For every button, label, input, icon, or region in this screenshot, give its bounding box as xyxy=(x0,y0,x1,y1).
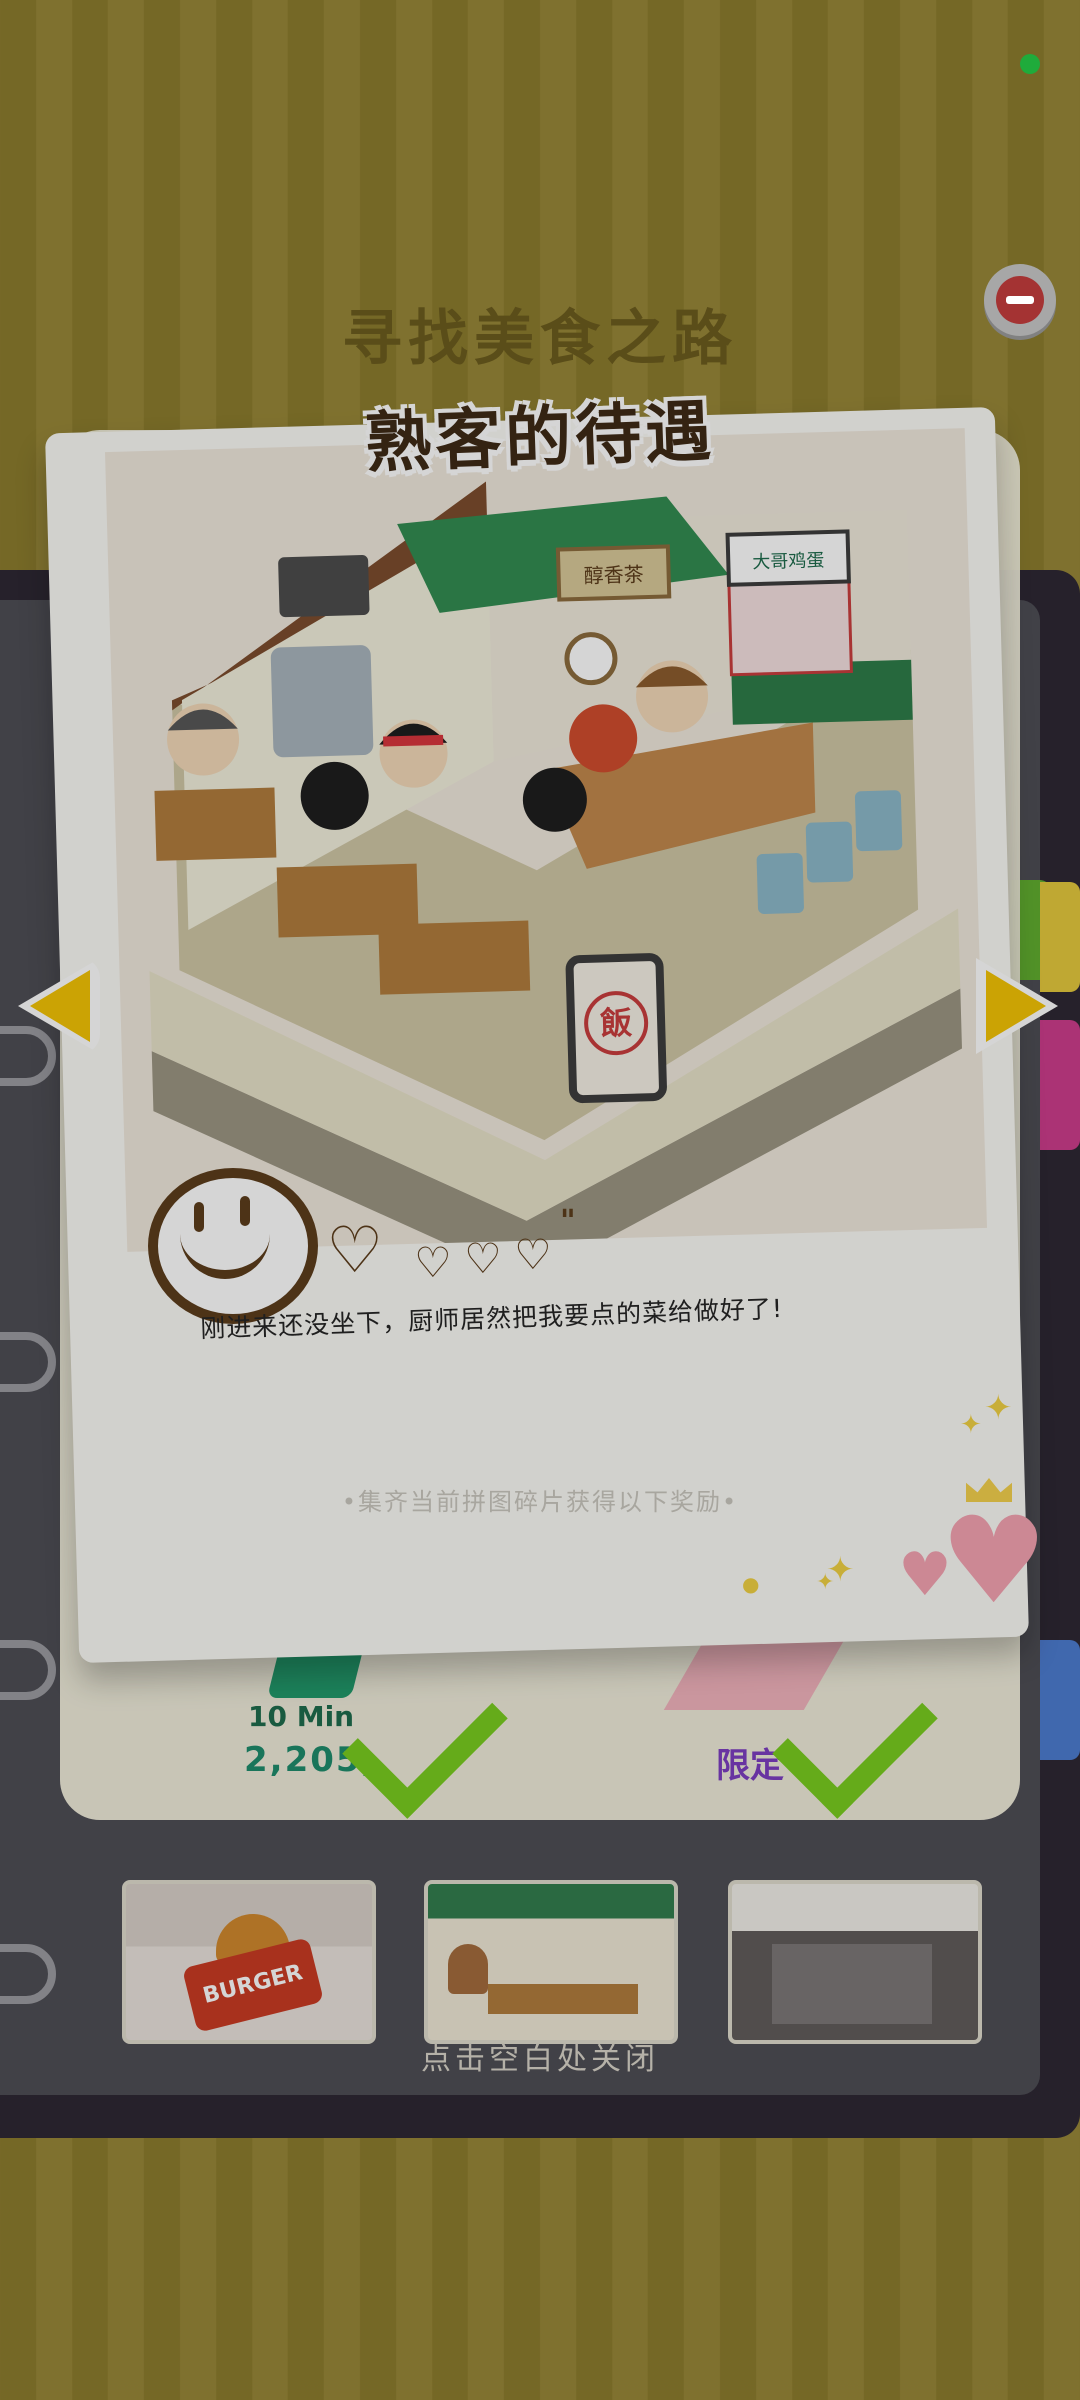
notebook-tab[interactable] xyxy=(1040,882,1080,992)
story-illustration: 飯 醇香茶 大哥鸡蛋 xyxy=(104,428,988,1252)
tv-icon xyxy=(278,555,370,618)
menu-board xyxy=(727,579,853,677)
reward-hint: •集齐当前拼图碎片获得以下奖励• xyxy=(341,1488,739,1516)
blue-chair xyxy=(805,821,854,883)
thumbnail-burger-shop[interactable]: BURGER xyxy=(122,1880,376,2044)
sparkle-icon: ● xyxy=(742,1572,760,1596)
sparkle-icon: ✦ xyxy=(816,1570,835,1595)
sparkle-icon: " xyxy=(560,1204,576,1239)
shop-window xyxy=(772,1944,932,2024)
pink-heart-icon: ♥ xyxy=(898,1540,952,1610)
chef-figure xyxy=(448,1944,488,1994)
binder-ring xyxy=(0,1026,56,1086)
blue-chair xyxy=(854,790,903,852)
sparkle-icon: ✦ xyxy=(960,1410,982,1440)
counter xyxy=(488,1984,638,2014)
binder-ring xyxy=(0,1640,56,1700)
blue-chair xyxy=(756,853,804,914)
booth-seat xyxy=(378,920,531,995)
notebook-tab[interactable] xyxy=(1040,1020,1080,1150)
waitress-headband xyxy=(383,734,444,747)
heart-icon: ♡ xyxy=(326,1214,384,1288)
restaurant-scene: 飯 醇香茶 大哥鸡蛋 xyxy=(149,481,962,1252)
burger-sign: BURGER xyxy=(181,1937,325,2033)
thumbnail-tea-restaurant[interactable] xyxy=(424,1880,678,2044)
wall-sign-text: 大哥鸡蛋 xyxy=(752,550,825,573)
heart-icon: ♡ xyxy=(464,1234,502,1283)
thumbnail-street-shop[interactable] xyxy=(728,1880,982,2044)
binder-ring xyxy=(0,1944,56,2004)
notebook-tab[interactable] xyxy=(1040,1640,1080,1760)
sparkle-icon: ✦ xyxy=(984,1388,1013,1428)
background-title: 寻找美食之路 xyxy=(342,304,738,374)
booth-seat xyxy=(154,787,277,861)
heart-icon: ♡ xyxy=(414,1238,452,1287)
reward-limited-label: 限定 xyxy=(716,1746,784,1786)
reward-time-label: 10 Min xyxy=(248,1700,355,1733)
pink-heart-icon: ♥ xyxy=(940,1492,1048,1631)
status-indicator xyxy=(1020,54,1040,74)
clock-icon xyxy=(564,632,618,686)
tea-urn xyxy=(270,645,374,758)
close-hint[interactable]: 点击空白处关闭 xyxy=(0,2034,1080,2078)
rice-sign-text: 飯 xyxy=(600,1004,633,1043)
shop-sign-text: 醇香茶 xyxy=(583,562,644,588)
binder-ring xyxy=(0,1332,56,1392)
close-round-button[interactable] xyxy=(984,264,1056,336)
heart-icon: ♡ xyxy=(514,1230,552,1279)
